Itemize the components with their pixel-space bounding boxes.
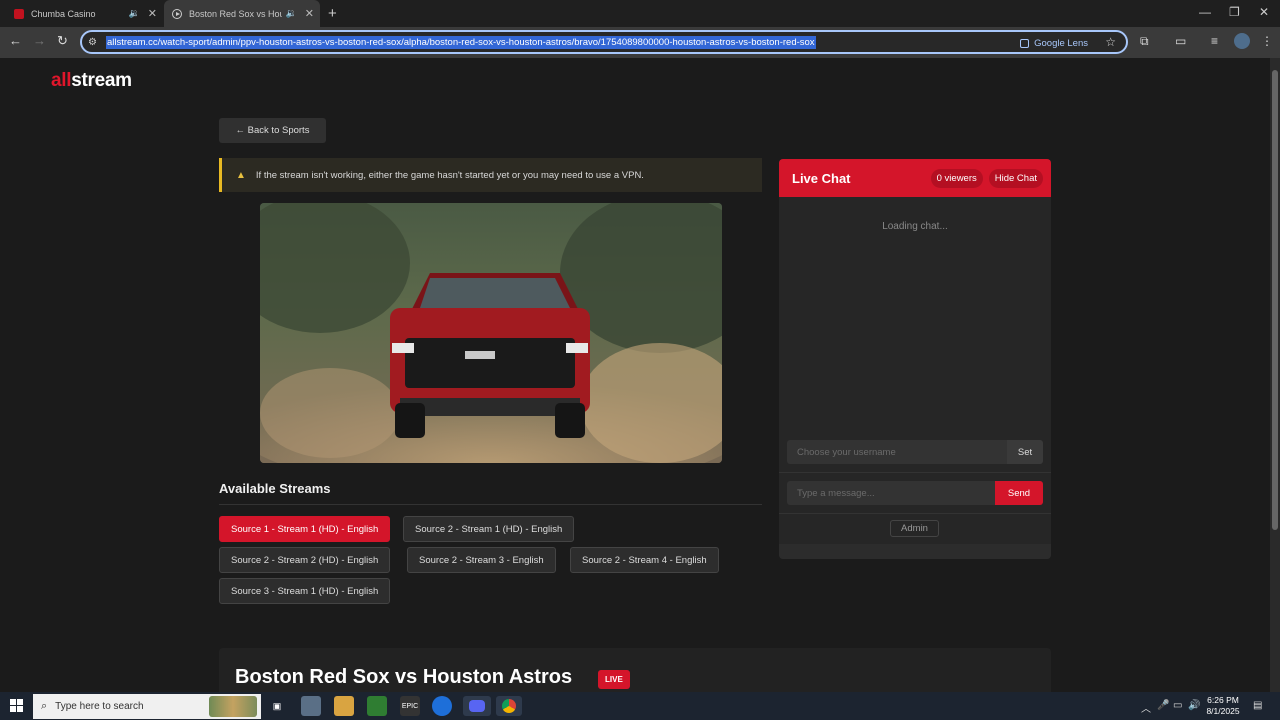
username-input[interactable] — [787, 440, 1007, 464]
app-icon[interactable] — [301, 696, 321, 716]
viewer-count-badge: 0 viewers — [930, 168, 983, 188]
divider — [219, 504, 762, 505]
url-text[interactable]: allstream.cc/watch-sport/admin/ppv-houst… — [106, 35, 816, 49]
speaker-icon[interactable]: 🔉 — [129, 8, 140, 19]
casino-favicon-icon — [14, 8, 24, 19]
clock-date: 8/1/2025 — [1206, 706, 1240, 716]
video-frame-truck-image — [260, 203, 722, 463]
web-page: allstream ← Back to Sports ▲ If the stre… — [0, 58, 1270, 692]
tab-chumba-casino[interactable]: Chumba Casino 🔉 ✕ — [8, 0, 163, 27]
warning-icon: ▲ — [236, 169, 246, 181]
message-input[interactable] — [787, 481, 995, 505]
reload-icon[interactable]: ↻ — [57, 33, 68, 49]
chat-footer — [779, 544, 1051, 559]
edge-browser-icon[interactable] — [432, 696, 452, 716]
google-lens-button[interactable]: Google Lens — [1012, 34, 1096, 52]
tab-title: Boston Red Sox vs Houston — [189, 8, 282, 19]
minimize-icon[interactable]: — — [1199, 5, 1211, 19]
video-player[interactable] — [260, 203, 722, 463]
site-info-icon[interactable]: ⚙ — [88, 37, 100, 48]
site-logo[interactable]: allstream — [51, 70, 132, 92]
notifications-icon[interactable]: ▤ — [1253, 700, 1262, 711]
stream-button-source2-stream4[interactable]: Source 2 - Stream 4 - English — [570, 547, 719, 573]
send-button[interactable]: Send — [995, 481, 1043, 505]
close-icon[interactable]: ✕ — [305, 7, 314, 20]
live-chat-panel: Live Chat 0 viewers Hide Chat Loading ch… — [779, 159, 1051, 559]
logo-accent: all — [51, 70, 72, 91]
stream-button-source3-stream1[interactable]: Source 3 - Stream 1 (HD) - English — [219, 578, 391, 604]
window-close-icon[interactable]: ✕ — [1259, 5, 1269, 19]
close-icon[interactable]: ✕ — [148, 7, 157, 20]
stream-button-source1-stream1[interactable]: Source 1 - Stream 1 (HD) - English — [219, 516, 391, 542]
play-favicon-icon — [172, 8, 182, 19]
tab-red-sox-astros[interactable]: Boston Red Sox vs Houston 🔉 ✕ — [164, 0, 320, 27]
hide-chat-button[interactable]: Hide Chat — [988, 168, 1043, 188]
divider — [779, 472, 1051, 473]
side-panel-icon[interactable]: ▭ — [1175, 34, 1186, 48]
available-streams-heading: Available Streams — [219, 481, 331, 496]
live-badge: LIVE — [598, 670, 630, 689]
notice-text: If the stream isn't working, either the … — [255, 169, 644, 181]
vpn-notice: ▲ If the stream isn't working, either th… — [219, 158, 762, 192]
game-info-card: Boston Red Sox vs Houston Astros LIVE — [219, 648, 1051, 692]
game-title: Boston Red Sox vs Houston Astros — [235, 666, 573, 688]
chat-title: Live Chat — [792, 170, 851, 186]
username-row: Set — [787, 440, 1043, 464]
restore-icon[interactable]: ❐ — [1229, 5, 1240, 19]
browser-tab-bar: Chumba Casino 🔉 ✕ Boston Red Sox vs Hous… — [0, 0, 1280, 27]
search-icon: ⌕ — [41, 700, 48, 712]
search-highlight-image — [209, 696, 257, 717]
tray-chevron-icon[interactable]: ︿ — [1141, 700, 1151, 715]
browser-toolbar: ← → ↻ ⚙ allstream.cc/watch-sport/admin/p… — [0, 27, 1280, 58]
chrome-icon[interactable] — [496, 696, 522, 716]
microphone-icon[interactable]: 🎤 — [1157, 700, 1169, 711]
discord-icon[interactable] — [463, 696, 491, 716]
file-explorer-icon[interactable] — [334, 696, 354, 716]
media-controls-icon[interactable]: ≡ — [1211, 34, 1218, 48]
nvidia-icon[interactable] — [367, 696, 387, 716]
windows-taskbar: ⌕ Type here to search ▣ EPIC ︿ 🎤 ▭ 🔊 6:2… — [0, 692, 1280, 720]
stream-button-source2-stream2[interactable]: Source 2 - Stream 2 (HD) - English — [219, 547, 391, 573]
page-scrollbar[interactable] — [1270, 58, 1280, 692]
back-to-sports-button[interactable]: ← Back to Sports — [219, 118, 326, 143]
back-arrow-icon[interactable]: ← — [9, 33, 22, 48]
tab-title: Chumba Casino — [31, 8, 96, 19]
logo-text: stream — [71, 70, 132, 91]
taskbar-clock[interactable]: 6:26 PM 8/1/2025 — [1200, 695, 1246, 717]
task-view-icon[interactable]: ▣ — [267, 696, 287, 716]
scrollbar-thumb[interactable] — [1272, 70, 1278, 530]
windows-start-icon[interactable] — [10, 699, 23, 712]
chat-header: Live Chat 0 viewers Hide Chat — [779, 159, 1051, 197]
chat-loading-text: Loading chat... — [882, 221, 948, 232]
stream-button-source2-stream1[interactable]: Source 2 - Stream 1 (HD) - English — [403, 516, 575, 542]
new-tab-plus-icon[interactable]: + — [328, 5, 337, 22]
speaker-icon[interactable]: 🔉 — [286, 8, 297, 19]
taskbar-search-box[interactable]: ⌕ Type here to search — [33, 694, 261, 719]
message-row: Send — [787, 481, 1043, 505]
network-icon[interactable]: ▭ — [1173, 700, 1182, 711]
chat-messages: Loading chat... — [779, 197, 1051, 430]
epic-games-icon[interactable]: EPIC — [400, 696, 420, 716]
clock-time: 6:26 PM — [1207, 695, 1239, 705]
stream-button-source2-stream3[interactable]: Source 2 - Stream 3 - English — [407, 547, 556, 573]
address-bar[interactable]: ⚙ allstream.cc/watch-sport/admin/ppv-hou… — [80, 30, 1128, 54]
lens-icon — [1020, 38, 1030, 48]
volume-icon[interactable]: 🔊 — [1188, 700, 1200, 711]
menu-kebab-icon[interactable]: ⋮ — [1261, 34, 1273, 48]
bookmark-star-icon[interactable]: ☆ — [1105, 35, 1116, 49]
search-placeholder: Type here to search — [55, 701, 144, 712]
profile-avatar[interactable] — [1234, 33, 1250, 49]
divider — [779, 513, 1051, 514]
google-lens-label: Google Lens — [1034, 37, 1088, 49]
set-username-button[interactable]: Set — [1007, 440, 1043, 464]
extensions-icon[interactable]: ⧉ — [1140, 34, 1149, 49]
forward-arrow-icon[interactable]: → — [33, 33, 46, 48]
admin-button[interactable]: Admin — [890, 520, 939, 537]
